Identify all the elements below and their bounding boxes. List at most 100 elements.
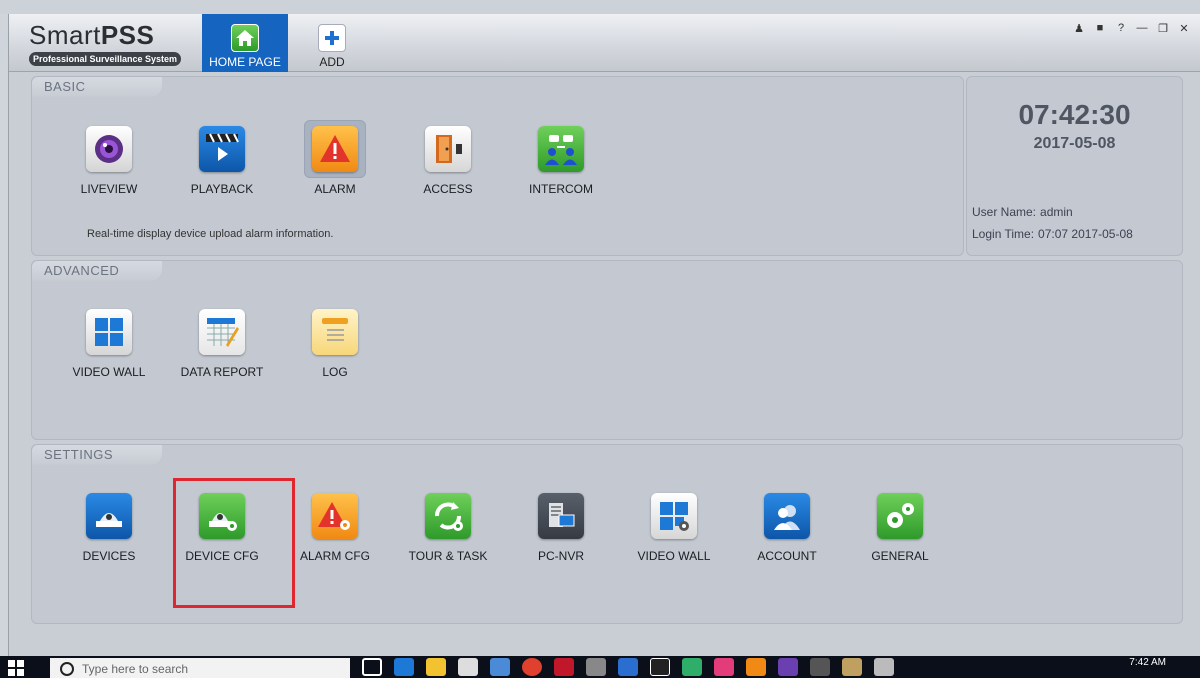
pc-nvr-label: PC-NVR [537, 549, 584, 563]
user-name-value: admin [1040, 205, 1073, 219]
log-button[interactable]: LOG [285, 303, 385, 379]
windows-taskbar: Type here to search 7:42 AM [0, 656, 1200, 678]
warning-icon [312, 126, 358, 172]
access-label: ACCESS [423, 182, 473, 196]
data-report-label: DATA REPORT [180, 365, 264, 379]
device-cfg-highlight-box [173, 478, 295, 608]
help-icon[interactable]: ? [1115, 22, 1127, 34]
app-icon[interactable] [874, 658, 894, 676]
account-button[interactable]: ACCOUNT [737, 487, 837, 563]
warning-gear-icon [312, 493, 358, 539]
pc-nvr-icon [538, 493, 584, 539]
app-icon[interactable] [490, 658, 510, 676]
minimize-icon[interactable]: — [1136, 22, 1148, 34]
taskbar-clock[interactable]: 7:42 AM [1129, 657, 1166, 668]
general-button[interactable]: GENERAL [850, 487, 950, 563]
app-icon[interactable] [586, 658, 606, 676]
chrome-icon[interactable] [522, 658, 542, 676]
user-name-row: User Name: admin [972, 205, 1077, 219]
clapperboard-play-icon [199, 126, 245, 172]
refresh-gear-icon [425, 493, 471, 539]
liveview-label: LIVEVIEW [80, 182, 138, 196]
clock-panel: 07:42:30 2017-05-08 User Name: admin Logi… [966, 76, 1183, 256]
settings-title: SETTINGS [32, 445, 162, 465]
basic-panel: BASIC LIVEVIEW PLAYBACK ALARM ACCESS INT… [31, 76, 964, 256]
notepad-icon [312, 309, 358, 355]
user-icon[interactable]: ♟ [1073, 22, 1085, 35]
app-icon[interactable] [746, 658, 766, 676]
file-explorer-icon[interactable] [426, 658, 446, 676]
liveview-button[interactable]: LIVEVIEW [59, 120, 159, 196]
clock-date: 2017-05-08 [1033, 135, 1116, 152]
search-icon [60, 662, 74, 676]
door-icon [425, 126, 471, 172]
window-controls: ♟ ■ ? — ❐ ✕ [1073, 22, 1190, 35]
alarm-label: ALARM [314, 182, 356, 196]
intercom-label: INTERCOM [529, 182, 593, 196]
basic-title: BASIC [32, 77, 162, 97]
titlebar: SmartPSS Professional Surveillance Syste… [9, 14, 1200, 72]
login-time-value: 07:07 2017-05-08 [1038, 227, 1133, 241]
dome-camera-icon [86, 493, 132, 539]
basic-hint-text: Real-time display device upload alarm in… [87, 228, 334, 240]
alarm-cfg-label: ALARM CFG [299, 549, 370, 563]
edge-icon[interactable] [394, 658, 414, 676]
data-report-button[interactable]: DATA REPORT [172, 303, 272, 379]
smartpss-taskbar-icon[interactable] [810, 658, 830, 676]
devices-button[interactable]: DEVICES [59, 487, 159, 563]
video-wall-button[interactable]: VIDEO WALL [59, 303, 159, 379]
app-icon[interactable] [842, 658, 862, 676]
task-view-icon[interactable] [362, 658, 382, 676]
clock-time: 07:42:30 [1018, 99, 1131, 130]
logo-bold: PSS [100, 20, 155, 50]
general-label: GENERAL [871, 549, 929, 563]
taskbar-search-box[interactable]: Type here to search [50, 658, 350, 678]
app-icon[interactable] [714, 658, 734, 676]
restore-icon[interactable]: ❐ [1157, 22, 1169, 35]
logo-subtitle: Professional Surveillance System [29, 52, 181, 66]
intercom-button[interactable]: INTERCOM [511, 120, 611, 196]
app-icon[interactable] [682, 658, 702, 676]
logo-main: Smart [29, 20, 101, 50]
video-wall-label: VIDEO WALL [72, 365, 146, 379]
tour-task-label: TOUR & TASK [408, 549, 488, 563]
home-icon [231, 24, 259, 52]
report-pencil-icon [199, 309, 245, 355]
tour-task-button[interactable]: TOUR & TASK [398, 487, 498, 563]
login-time-label: Login Time: [972, 227, 1035, 241]
store-icon[interactable] [458, 658, 478, 676]
account-label: ACCOUNT [757, 549, 817, 563]
tab-home-page[interactable]: HOME PAGE [202, 14, 288, 72]
intercom-people-icon [538, 126, 584, 172]
app-icon[interactable] [554, 658, 574, 676]
access-button[interactable]: ACCESS [398, 120, 498, 196]
tab-add-label: ADD [319, 55, 345, 69]
background-window-strip [0, 0, 1200, 14]
advanced-title: ADVANCED [32, 261, 162, 281]
app-icon[interactable] [650, 658, 670, 676]
app-icon[interactable] [618, 658, 638, 676]
app-icon[interactable] [778, 658, 798, 676]
logo-text: SmartPSS [29, 20, 181, 51]
alarm-cfg-button[interactable]: ALARM CFG [285, 487, 385, 563]
tab-add[interactable]: ADD [288, 14, 376, 72]
pc-nvr-button[interactable]: PC-NVR [511, 487, 611, 563]
windows-start-icon[interactable] [8, 660, 36, 678]
users-icon [764, 493, 810, 539]
login-time-row: Login Time: 07:07 2017-05-08 [972, 227, 1137, 241]
video-wall-icon [86, 309, 132, 355]
playback-label: PLAYBACK [190, 182, 254, 196]
tab-home-label: HOME PAGE [209, 55, 281, 69]
log-label: LOG [322, 365, 348, 379]
devices-label: DEVICES [82, 549, 136, 563]
plus-icon [318, 24, 346, 52]
video-wall-cfg-button[interactable]: VIDEO WALL [624, 487, 724, 563]
user-name-label: User Name: [972, 205, 1037, 219]
playback-button[interactable]: PLAYBACK [172, 120, 272, 196]
lock-icon[interactable]: ■ [1094, 22, 1106, 34]
advanced-panel: ADVANCED VIDEO WALL DATA REPORT LOG [31, 260, 1183, 440]
gears-icon [877, 493, 923, 539]
alarm-button[interactable]: ALARM [285, 120, 385, 196]
close-icon[interactable]: ✕ [1178, 22, 1190, 35]
taskbar-pinned-apps [362, 658, 894, 676]
